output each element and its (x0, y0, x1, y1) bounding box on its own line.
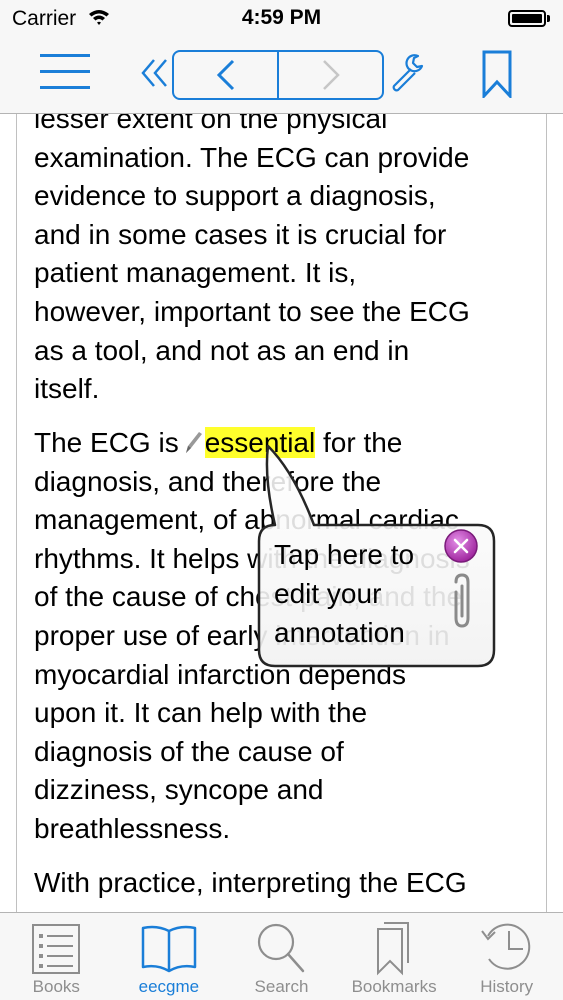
paperclip-icon[interactable] (447, 572, 475, 630)
text-line: lesser extent on the physical (34, 114, 388, 134)
bookmark-icon[interactable] (480, 50, 514, 98)
wrench-icon[interactable] (388, 52, 426, 92)
text-line: examination. The ECG can provide (34, 141, 470, 173)
paragraph-3: With practice, interpreting the ECG (34, 864, 544, 903)
chevron-left-icon (216, 59, 234, 91)
text-line: evidence to support a diagnosis, (34, 180, 436, 212)
bookmarks-icon (377, 922, 410, 976)
text-line: With practice, interpreting the ECG (34, 867, 467, 898)
tab-label: Books (32, 977, 80, 996)
paragraph-1: lesser extent on the physical examinatio… (34, 114, 544, 409)
books-list-icon (32, 924, 81, 974)
clock: 4:59 PM (241, 6, 322, 29)
tab-eecgme[interactable]: eecgme (113, 913, 226, 1000)
tab-bar: Books eecgme Search Bookmarks History (0, 912, 563, 1000)
search-icon (258, 923, 305, 973)
text-line: diagnosis of the cause of (34, 735, 344, 767)
text-line: as a tool, and not as an end in (34, 334, 410, 366)
tab-history[interactable]: History (450, 913, 563, 1000)
text-line: dizziness, syncope and (34, 774, 324, 806)
history-clock-icon (480, 923, 530, 970)
status-bar: Carrier 4:59 PM (0, 0, 563, 38)
close-icon[interactable] (443, 528, 479, 564)
tab-search[interactable]: Search (225, 913, 338, 1000)
text-line: breathlessness. (34, 812, 231, 844)
tab-label: Bookmarks (351, 977, 437, 996)
annotation-line: edit your (274, 578, 382, 609)
text-line: itself. (34, 373, 100, 405)
double-chevron-left-icon[interactable] (140, 56, 172, 90)
text-line: however, important to see the ECG (34, 295, 470, 327)
next-page-button[interactable] (277, 52, 382, 98)
tab-books[interactable]: Books (0, 913, 113, 1000)
annotation-line: Tap here to (274, 539, 415, 570)
tab-label: History (480, 977, 534, 996)
chevron-right-icon (322, 60, 340, 90)
tab-label: Search (254, 977, 309, 996)
battery-tip (547, 15, 550, 22)
text-line: and in some cases it is crucial for (34, 218, 447, 250)
page-nav-segmented (172, 50, 384, 100)
annotation-line: annotation (274, 617, 405, 648)
open-book-icon (141, 925, 197, 973)
text-line: upon it. It can help with the (34, 697, 368, 729)
tab-bookmarks[interactable]: Bookmarks (338, 913, 451, 1000)
text-line: patient management. It is, (34, 257, 357, 289)
reader-toolbar (0, 38, 563, 114)
pencil-annotation-icon[interactable] (183, 429, 203, 455)
battery-icon (508, 10, 546, 27)
hamburger-icon[interactable] (40, 50, 92, 92)
tab-label: eecgme (138, 977, 200, 996)
prev-page-button[interactable] (174, 52, 277, 98)
text-fragment: The ECG is (34, 427, 179, 458)
